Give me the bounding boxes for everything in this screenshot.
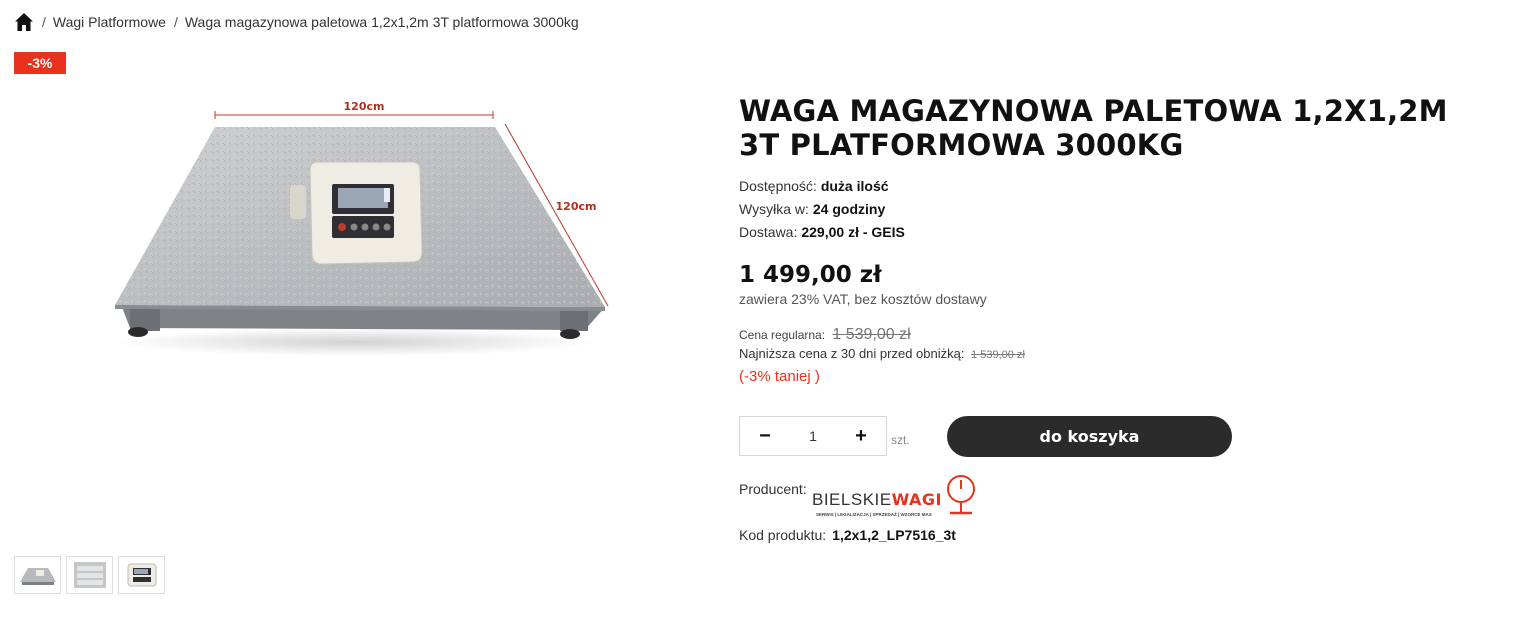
product-code-label: Kod produktu: [739, 527, 827, 543]
breadcrumb-separator: / [42, 14, 46, 30]
delivery-row: Dostawa: 229,00 zł - GEIS [739, 221, 905, 244]
delivery-value: 229,00 zł - GEIS [801, 224, 905, 240]
breadcrumb-link-category[interactable]: Wagi Platformowe [53, 14, 166, 30]
breadcrumb: / Wagi Platformowe / Waga magazynowa pal… [14, 12, 579, 32]
regular-price-row: Cena regularna: 1 539,00 zł [739, 326, 911, 344]
delivery-label: Dostawa: [739, 224, 798, 240]
add-to-cart-button[interactable]: do koszyka [947, 416, 1232, 457]
dimension-label-right: 120cm [556, 200, 597, 213]
product-main-image[interactable]: 120cm 120cm [100, 92, 620, 362]
product-code-value: 1,2x1,2_LP7516_3t [832, 527, 956, 543]
product-title: Waga magazynowa paletowa 1,2x1,2m 3T pla… [739, 94, 1448, 162]
thumbnail-image [73, 562, 106, 588]
shipping-label: Wysyłka w: [739, 201, 809, 217]
decrease-quantity-button[interactable]: − [758, 425, 772, 448]
product-price: 1 499,00 zł [739, 262, 882, 288]
thumbnail-image [19, 568, 56, 585]
producer-label: Producent: [739, 481, 807, 497]
quantity-stepper: − + [739, 416, 887, 456]
lowest-price-row: Najniższa cena z 30 dni przed obniżką: 1… [739, 346, 1025, 361]
price-note: zawiera 23% VAT, bez kosztów dostawy [739, 291, 987, 307]
thumbnail-image [127, 563, 156, 587]
lowest-price-label: Najniższa cena z 30 dni przed obniżką: [739, 346, 965, 361]
product-meta: Dostępność: duża ilość Wysyłka w: 24 godzi… [739, 175, 905, 244]
producer-brand-part-a: BIELSKIE [812, 490, 892, 509]
discount-badge: -3% [14, 52, 66, 74]
thumbnail-1[interactable] [14, 556, 61, 594]
scale-gauge-icon [947, 475, 976, 515]
regular-price-label: Cena regularna: [739, 328, 826, 342]
producer-brand: BIELSKIEWAGI [812, 490, 942, 510]
thumbnail-3[interactable] [118, 556, 165, 594]
producer-brand-part-b: WAGI [891, 490, 943, 509]
discount-text: (-3% taniej ) [739, 368, 820, 385]
shipping-value: 24 godziny [812, 201, 886, 217]
regular-price-value: 1 539,00 zł [832, 326, 911, 343]
home-icon[interactable] [14, 12, 34, 32]
quantity-input[interactable] [793, 428, 833, 444]
availability-value: duża ilość [820, 178, 889, 194]
dimension-label-top: 120cm [344, 100, 385, 113]
thumbnail-2[interactable] [66, 556, 113, 594]
product-code-row: Kod produktu: 1,2x1,2_LP7516_3t [739, 527, 956, 543]
availability-row: Dostępność: duża ilość [739, 175, 905, 198]
breadcrumb-current: Waga magazynowa paletowa 1,2x1,2m 3T pla… [184, 14, 579, 30]
producer-logo[interactable]: BIELSKIEWAGI SERWIS | LEGALIZACJA | SPRZ… [812, 472, 978, 520]
lowest-price-value: 1 539,00 zł [971, 349, 1025, 361]
availability-label: Dostępność: [739, 178, 817, 194]
producer-tagline: SERWIS | LEGALIZACJA | SPRZEDAŻ | WZORCE… [816, 512, 932, 517]
breadcrumb-separator: / [173, 14, 178, 30]
quantity-unit: szt. [891, 433, 910, 447]
increase-quantity-button[interactable]: + [854, 425, 868, 448]
thumbnail-gallery [14, 556, 165, 594]
shipping-row: Wysyłka w: 24 godziny [739, 198, 905, 221]
